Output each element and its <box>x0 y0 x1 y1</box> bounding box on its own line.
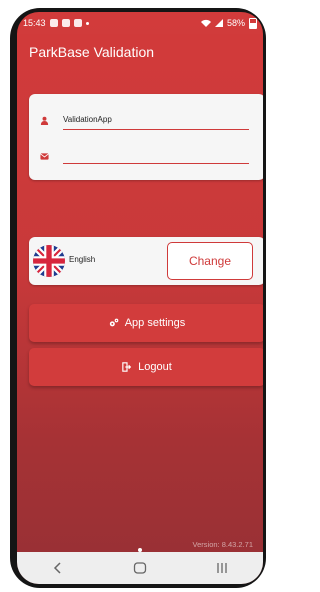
back-icon <box>53 562 61 574</box>
user-icon <box>40 116 49 125</box>
recents-button[interactable] <box>212 560 232 576</box>
status-left: 15:43 <box>23 18 89 28</box>
username-value: ValidationApp <box>63 114 112 124</box>
battery-percent: 58% <box>226 18 245 28</box>
status-time: 15:43 <box>23 18 46 28</box>
navigation-bar <box>17 552 263 584</box>
status-right: 58% <box>200 17 257 29</box>
signal-icon <box>214 19 223 27</box>
more-notifications-icon <box>85 21 89 25</box>
login-card: ValidationApp <box>29 94 263 180</box>
wifi-icon <box>200 19 211 27</box>
battery-icon <box>249 17 257 29</box>
version-text: Version: 8.43.2.71 <box>192 540 253 549</box>
home-button[interactable] <box>130 560 150 576</box>
gears-icon <box>109 318 119 327</box>
language-card: English Change <box>29 237 263 285</box>
app-bar: ParkBase Validation <box>17 34 263 70</box>
app-screen: 15:43 58% ParkBase Validation Validation… <box>17 12 263 584</box>
app-settings-label: App settings <box>124 317 186 329</box>
home-icon <box>133 562 147 574</box>
email-icon <box>40 153 49 160</box>
change-language-label: Change <box>188 254 232 268</box>
recents-icon <box>217 563 227 573</box>
status-bar: 15:43 58% <box>17 12 263 34</box>
email-field[interactable] <box>63 143 249 164</box>
username-field[interactable]: ValidationApp <box>63 109 249 130</box>
uk-flag-icon <box>33 245 65 277</box>
change-language-button[interactable]: Change <box>167 242 253 280</box>
notification-icon <box>49 19 58 27</box>
app-settings-button[interactable]: App settings <box>29 304 263 342</box>
app-title: ParkBase Validation <box>29 44 155 60</box>
logout-button[interactable]: Logout <box>29 348 263 386</box>
logout-icon <box>122 362 132 372</box>
message-icon <box>61 19 70 27</box>
back-button[interactable] <box>48 560 68 576</box>
logout-label: Logout <box>138 361 172 373</box>
language-name: English <box>69 255 96 264</box>
app-notification-icon <box>73 19 82 27</box>
